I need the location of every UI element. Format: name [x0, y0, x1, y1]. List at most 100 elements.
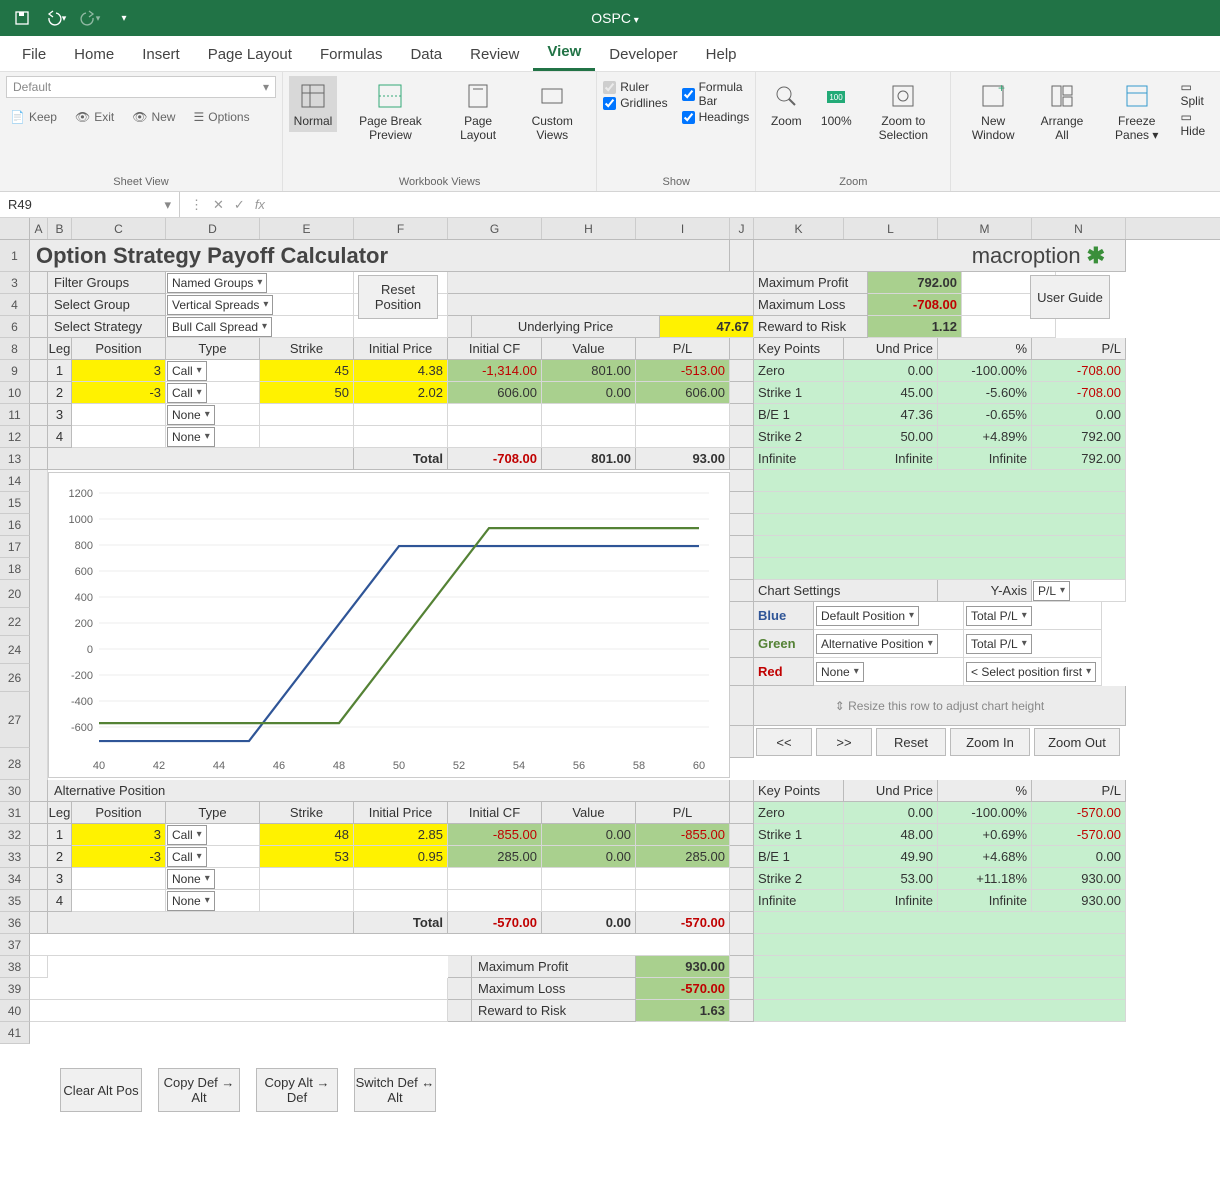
row-16[interactable]: 16	[0, 514, 30, 536]
row-28[interactable]: 28	[0, 748, 30, 780]
new-view-button[interactable]: 👁 New	[128, 108, 179, 126]
ruler-checkbox[interactable]: Ruler	[603, 80, 667, 94]
col-L[interactable]: L	[844, 218, 938, 239]
save-icon[interactable]	[8, 4, 36, 32]
leg-type-select[interactable]: None	[167, 869, 215, 889]
document-title[interactable]: OSPC	[138, 10, 1092, 26]
tab-formulas[interactable]: Formulas	[306, 38, 397, 71]
zoom-button[interactable]: Zoom	[762, 76, 810, 132]
underlying-price-value[interactable]: 47.67	[660, 316, 754, 338]
tab-insert[interactable]: Insert	[128, 38, 194, 71]
row-15[interactable]: 15	[0, 492, 30, 514]
chart-zoomin-button[interactable]: Zoom In	[950, 728, 1030, 756]
red-pos-select[interactable]: None	[816, 662, 864, 682]
row-22[interactable]: 22	[0, 608, 30, 636]
undo-icon[interactable]: ▾	[42, 4, 70, 32]
qat-more-icon[interactable]: ▾	[110, 4, 138, 32]
row-34[interactable]: 34	[0, 868, 30, 890]
leg-type-select[interactable]: Call	[167, 383, 207, 403]
worksheet[interactable]: A B C D E F G H I J K L M N 134689101112…	[0, 218, 1220, 240]
zoom-selection-button[interactable]: Zoom to Selection	[862, 76, 944, 146]
keep-button[interactable]: 📄 Keep	[6, 108, 61, 126]
tab-home[interactable]: Home	[60, 38, 128, 71]
fx-icon[interactable]: fx	[255, 197, 265, 212]
row-11[interactable]: 11	[0, 404, 30, 426]
tab-help[interactable]: Help	[692, 38, 751, 71]
row-38[interactable]: 38	[0, 956, 30, 978]
custom-views-button[interactable]: Custom Views	[514, 76, 590, 146]
col-G[interactable]: G	[448, 218, 542, 239]
select-group-select[interactable]: Vertical Spreads	[167, 295, 273, 315]
formula-input[interactable]	[275, 192, 1220, 217]
row-26[interactable]: 26	[0, 664, 30, 692]
tab-view[interactable]: View	[533, 35, 595, 71]
col-N[interactable]: N	[1032, 218, 1126, 239]
row-24[interactable]: 24	[0, 636, 30, 664]
col-I[interactable]: I	[636, 218, 730, 239]
zoom-100-button[interactable]: 100100%	[812, 76, 860, 132]
normal-view-button[interactable]: Normal	[289, 76, 337, 132]
page-break-preview-button[interactable]: Page Break Preview	[339, 76, 442, 146]
tab-data[interactable]: Data	[396, 38, 456, 71]
row-39[interactable]: 39	[0, 978, 30, 1000]
col-E[interactable]: E	[260, 218, 354, 239]
leg-type-select[interactable]: Call	[167, 847, 207, 867]
col-F[interactable]: F	[354, 218, 448, 239]
col-A[interactable]: A	[30, 218, 48, 239]
headings-checkbox[interactable]: Headings	[682, 110, 750, 124]
copy-alt-def-button[interactable]: Copy Alt → Def	[256, 1068, 338, 1112]
row-30[interactable]: 30	[0, 780, 30, 802]
select-all-corner[interactable]	[0, 218, 30, 239]
user-guide-button[interactable]: User Guide	[1030, 275, 1110, 319]
blue-pos-select[interactable]: Default Position	[816, 606, 919, 626]
copy-def-alt-button[interactable]: Copy Def → Alt	[158, 1068, 240, 1112]
row-1[interactable]: 1	[0, 240, 30, 272]
new-window-button[interactable]: +New Window	[957, 76, 1029, 146]
row-27[interactable]: 27	[0, 692, 30, 748]
chart-reset-button[interactable]: Reset	[876, 728, 946, 756]
tab-review[interactable]: Review	[456, 38, 533, 71]
row-9[interactable]: 9	[0, 360, 30, 382]
row-37[interactable]: 37	[0, 934, 30, 956]
blue-metric-select[interactable]: Total P/L	[966, 606, 1032, 626]
green-metric-select[interactable]: Total P/L	[966, 634, 1032, 654]
tab-file[interactable]: File	[8, 38, 60, 71]
red-metric-select[interactable]: < Select position first	[966, 662, 1096, 682]
row-20[interactable]: 20	[0, 580, 30, 608]
filter-groups-select[interactable]: Named Groups	[167, 273, 267, 293]
sheet-view-select[interactable]: Default▾	[6, 76, 276, 98]
reset-position-button[interactable]: Reset Position	[358, 275, 438, 319]
col-D[interactable]: D	[166, 218, 260, 239]
row-14[interactable]: 14	[0, 470, 30, 492]
leg-type-select[interactable]: None	[167, 405, 215, 425]
chart-fwd-button[interactable]: >>	[816, 728, 872, 756]
page-layout-button[interactable]: Page Layout	[444, 76, 512, 146]
leg-type-select[interactable]: None	[167, 427, 215, 447]
row-32[interactable]: 32	[0, 824, 30, 846]
leg-type-select[interactable]: None	[167, 891, 215, 911]
row-6[interactable]: 6	[0, 316, 30, 338]
row-36[interactable]: 36	[0, 912, 30, 934]
col-K[interactable]: K	[754, 218, 844, 239]
gridlines-checkbox[interactable]: Gridlines	[603, 96, 667, 110]
row-17[interactable]: 17	[0, 536, 30, 558]
switch-def-alt-button[interactable]: Switch Def ↔ Alt	[354, 1068, 436, 1112]
row-41[interactable]: 41	[0, 1022, 30, 1044]
row-3[interactable]: 3	[0, 272, 30, 294]
chart-back-button[interactable]: <<	[756, 728, 812, 756]
row-33[interactable]: 33	[0, 846, 30, 868]
yaxis-select[interactable]: P/L	[1033, 581, 1070, 601]
hide-button[interactable]: ▭ Hide	[1181, 110, 1215, 138]
name-box[interactable]: R49▾	[0, 192, 180, 217]
col-H[interactable]: H	[542, 218, 636, 239]
row-18[interactable]: 18	[0, 558, 30, 580]
col-J[interactable]: J	[730, 218, 754, 239]
tab-page-layout[interactable]: Page Layout	[194, 38, 306, 71]
row-13[interactable]: 13	[0, 448, 30, 470]
cancel-icon[interactable]: ✕	[213, 197, 224, 213]
clear-alt-pos-button[interactable]: Clear Alt Pos	[60, 1068, 142, 1112]
tab-developer[interactable]: Developer	[595, 38, 691, 71]
select-strategy-select[interactable]: Bull Call Spread	[167, 317, 272, 337]
row-4[interactable]: 4	[0, 294, 30, 316]
formula-bar-checkbox[interactable]: Formula Bar	[682, 80, 750, 108]
